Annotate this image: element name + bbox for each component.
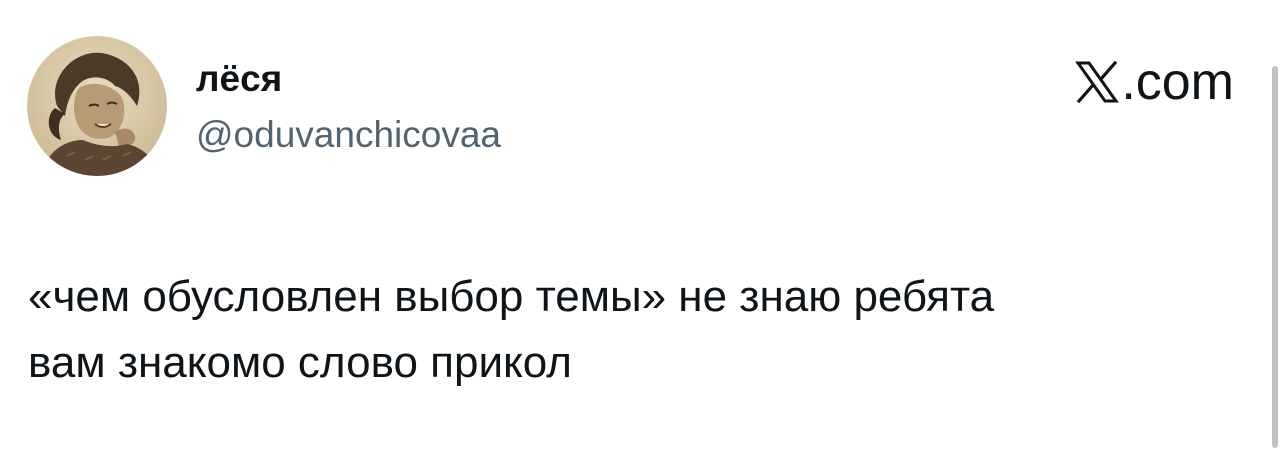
- tweet-card: лёся @oduvanchicovaa .com «чем обусловле…: [0, 0, 1284, 453]
- scrollbar[interactable]: [1264, 0, 1284, 453]
- brand-logo: .com: [1075, 52, 1234, 112]
- avatar[interactable]: [27, 36, 167, 176]
- user-handle[interactable]: @oduvanchicovaa: [196, 112, 501, 158]
- display-name[interactable]: лёся: [196, 56, 282, 102]
- tweet-text-line: вам знакомо слово прикол: [28, 338, 572, 387]
- tweet-text-line: «чем обусловлен выбор темы» не знаю ребя…: [28, 272, 995, 321]
- x-logo-icon: [1075, 60, 1120, 104]
- profile-photo-avatar: [27, 36, 167, 176]
- tweet-text: «чем обусловлен выбор темы» не знаю ребя…: [28, 264, 1248, 396]
- brand-domain-text: .com: [1121, 53, 1234, 111]
- scrollbar-thumb[interactable]: [1272, 66, 1278, 448]
